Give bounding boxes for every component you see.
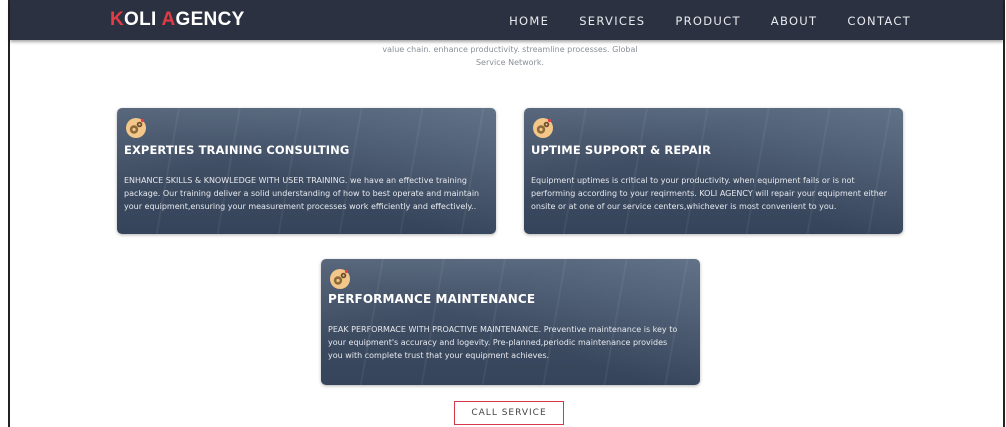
logo-text-oli: OLI [124, 9, 162, 30]
gears-icon [533, 118, 553, 138]
intro-line-1: value chain. enhance productivity. strea… [382, 45, 638, 54]
nav-item-product[interactable]: PRODUCT [675, 14, 740, 28]
nav-item-home[interactable]: HOME [509, 14, 549, 28]
card-description: ENHANCE SKILLS & KNOWLEDGE WITH USER TRA… [124, 176, 480, 211]
nav-menu: HOME SERVICES PRODUCT ABOUT CONTACT [479, 14, 911, 28]
service-card-training: EXPERTIES TRAINING CONSULTING ENHANCE SK… [117, 108, 496, 234]
gears-icon [330, 269, 350, 289]
logo-accent-a: A [161, 9, 176, 30]
card-description: Equipment uptimes is critical to your pr… [531, 176, 888, 211]
service-card-uptime: UPTIME SUPPORT & REPAIR Equipment uptime… [524, 108, 903, 234]
intro-text: value chain. enhance productivity. strea… [310, 43, 710, 69]
card-title: UPTIME SUPPORT & REPAIR [531, 143, 712, 157]
nav-item-about[interactable]: ABOUT [771, 14, 818, 28]
page-frame: KOLI AGENCY HOME SERVICES PRODUCT ABOUT … [8, 0, 1005, 427]
card-title: EXPERTIES TRAINING CONSULTING [124, 143, 350, 157]
call-service-button[interactable]: CALL SERVICE [454, 401, 564, 425]
service-card-maintenance: PERFORMANCE MAINTENANCE PEAK PERFORMACE … [321, 259, 700, 385]
top-navbar: KOLI AGENCY HOME SERVICES PRODUCT ABOUT … [10, 0, 1003, 40]
intro-line-2: Service Network. [475, 58, 545, 67]
card-title: PERFORMANCE MAINTENANCE [328, 292, 536, 306]
logo-text-gency: GENCY [175, 9, 245, 30]
card-description: PEAK PERFORMACE WITH PROACTIVE MAINTENAN… [328, 325, 678, 360]
logo-accent-k: K [110, 9, 125, 30]
nav-item-services[interactable]: SERVICES [579, 14, 645, 28]
brand-logo[interactable]: KOLI AGENCY [110, 10, 245, 30]
nav-item-contact[interactable]: CONTACT [847, 14, 911, 28]
gears-icon [126, 118, 146, 138]
